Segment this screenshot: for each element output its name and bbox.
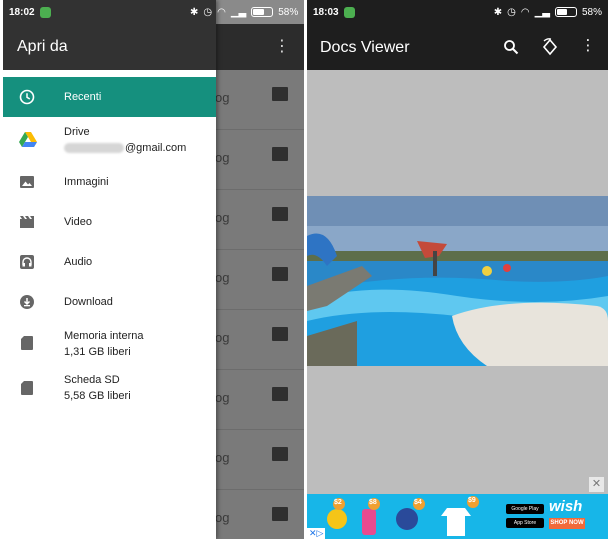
drawer-item-label: Recenti [64, 91, 102, 103]
file-name-suffix: og [215, 390, 230, 405]
drawer-item-memoria-interna[interactable]: Memoria interna 1,31 GB liberi [3, 322, 216, 366]
image-icon [272, 87, 288, 101]
drawer-item-scheda-sd[interactable]: Scheda SD 5,58 GB liberi [3, 368, 216, 412]
bluetooth-icon: ✱ [190, 6, 199, 18]
wifi-icon: ◠ [217, 6, 226, 18]
file-name-suffix: og [215, 150, 230, 165]
ad-price: $9 [468, 497, 476, 504]
close-ad-icon[interactable]: ✕ [589, 477, 604, 492]
file-name-suffix: og [215, 510, 230, 525]
storage-free-space: 1,31 GB liberi [64, 346, 131, 358]
image-icon [272, 327, 288, 341]
viewed-image [307, 196, 608, 366]
drawer-item-label: Memoria interna [64, 330, 144, 342]
ad-price: $8 [369, 499, 377, 506]
battery-fill [556, 9, 568, 15]
image-icon [272, 147, 288, 161]
ad-price: $4 [414, 499, 422, 506]
wifi-icon: ◠ [520, 6, 530, 18]
ad-banner[interactable]: $2 $8 $4 $9 Google Play App Store wish S… [307, 494, 608, 539]
navigation-drawer: 18:02 Apri da Recenti Drive @gmail.com I… [3, 0, 216, 539]
status-icons: ✱ ◷ ◠ ▁▃ 58% [190, 7, 298, 18]
redacted-email [64, 143, 124, 154]
ad-choices-icon[interactable]: ✕▷ [307, 528, 326, 539]
google-play-badge: Google Play [506, 504, 544, 514]
more-options-icon[interactable]: ⋮ [274, 39, 290, 55]
drawer-item-audio[interactable]: Audio [3, 242, 216, 282]
drawer-item-recenti[interactable]: Recenti [3, 77, 216, 117]
status-icons: ✱ ◷ ◠ ▁▃ 58% [494, 7, 602, 18]
drawer-item-video[interactable]: Video [3, 202, 216, 242]
app-bar: Docs Viewer ⋮ [307, 24, 608, 70]
file-name-suffix: og [215, 270, 230, 285]
more-options-icon[interactable]: ⋮ [577, 36, 599, 54]
file-name-suffix: og [215, 90, 230, 105]
notification-icon [343, 6, 355, 18]
storage-free-space: 5,58 GB liberi [64, 390, 131, 402]
app-store-badge: App Store [506, 518, 544, 528]
drive-account-domain: @gmail.com [125, 142, 187, 154]
status-bar-right: ✱ ◷ ◠ ▁▃ 58% [184, 0, 304, 24]
sd-card-icon [21, 336, 33, 350]
drawer-item-label: Immagini [64, 176, 109, 188]
battery-icon [251, 7, 274, 17]
page-title: Docs Viewer [320, 39, 410, 56]
drawer-item-label: Drive [64, 126, 90, 138]
signal-icon: ▁▃ [230, 6, 247, 18]
sd-card-icon [21, 381, 33, 395]
status-time: 18:03 [313, 6, 339, 18]
battery-percent: 58% [278, 6, 299, 18]
clock-icon [19, 89, 35, 105]
download-icon [20, 295, 34, 309]
headphones-icon [20, 255, 34, 269]
shop-now-button[interactable]: SHOP NOW [549, 518, 585, 529]
status-bar: 18:03 ✱ ◷ ◠ ▁▃ 58% [307, 0, 608, 24]
image-icon [272, 387, 288, 401]
signal-icon: ▁▃ [534, 6, 550, 18]
drawer-item-download[interactable]: Download [3, 282, 216, 322]
file-name-suffix: og [215, 210, 230, 225]
right-phone-screen: 18:03 ✱ ◷ ◠ ▁▃ 58% Docs Viewer ⋮ ✕ $2 $8… [307, 0, 608, 539]
image-icon [272, 267, 288, 281]
drawer-item-label: Audio [64, 256, 93, 268]
drawer-item-immagini[interactable]: Immagini [3, 162, 216, 202]
battery-percent: 58% [581, 6, 602, 18]
rotate-icon[interactable] [541, 38, 559, 56]
left-phone-screen: ⋮ og og og og og og og og 18:02 Apri da … [3, 0, 304, 539]
notification-icon [39, 6, 51, 18]
file-name-suffix: og [215, 450, 230, 465]
battery-fill [253, 9, 264, 15]
drawer-title: Apri da [17, 38, 68, 55]
drawer-item-drive[interactable]: Drive @gmail.com [3, 120, 216, 164]
drive-account: @gmail.com [64, 142, 186, 154]
alarm-icon: ◷ [507, 6, 516, 18]
image-icon [272, 507, 288, 521]
drawer-item-label: Download [64, 296, 113, 308]
battery-icon [554, 7, 577, 17]
image-icon [272, 207, 288, 221]
image-icon [272, 447, 288, 461]
alarm-icon: ◷ [203, 6, 213, 18]
drawer-item-label: Video [64, 216, 92, 228]
video-clapper-icon [20, 216, 34, 228]
drawer-item-label: Scheda SD [64, 374, 120, 386]
status-time: 18:02 [9, 6, 35, 18]
google-drive-icon [19, 132, 37, 147]
wish-logo: wish [549, 498, 583, 515]
bluetooth-icon: ✱ [493, 6, 503, 18]
search-icon[interactable] [503, 39, 519, 55]
file-name-suffix: og [215, 330, 230, 345]
image-icon [20, 176, 34, 188]
ad-price: $2 [334, 499, 342, 506]
